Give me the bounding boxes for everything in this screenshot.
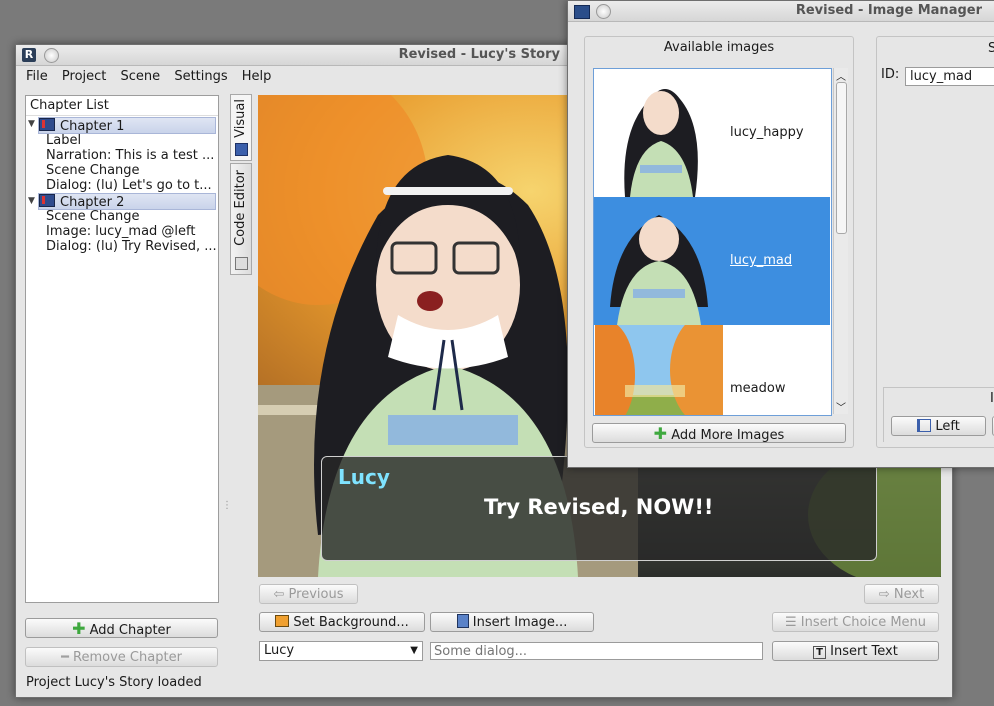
minimize-button[interactable] bbox=[44, 48, 59, 63]
available-images-group: Available images lucy_happy lucy_mad mea… bbox=[584, 36, 854, 448]
image-thumbnail bbox=[595, 197, 723, 325]
arrow-right-icon: ⇨ bbox=[878, 587, 890, 602]
tree-chapter-label: Chapter 1 bbox=[60, 119, 125, 134]
tree-chapter-label: Chapter 2 bbox=[60, 195, 125, 210]
tree-chapter-2[interactable]: Chapter 2 bbox=[38, 193, 216, 210]
image-name: lucy_happy bbox=[730, 125, 804, 140]
image-manager-window: Revised - Image Manager Available images… bbox=[567, 0, 994, 468]
image-properties-group: S ID: lucy_mad I Left bbox=[876, 36, 994, 448]
remove-chapter-label: Remove Chapter bbox=[73, 650, 182, 665]
menu-project[interactable]: Project bbox=[62, 66, 106, 88]
tree-item[interactable]: Narration: This is a test ... bbox=[46, 148, 218, 163]
tree-item[interactable]: Dialog: (lu) Try Revised, ... bbox=[46, 239, 218, 254]
left-label: Left bbox=[935, 419, 960, 434]
arrow-left-icon: ⇦ bbox=[273, 587, 285, 602]
insert-text-button[interactable]: T Insert Text bbox=[772, 641, 939, 661]
splitter-handle[interactable]: ⋮ bbox=[222, 500, 232, 511]
character-select[interactable]: Lucy ▼ bbox=[259, 641, 423, 661]
image-icon bbox=[456, 614, 469, 628]
scroll-up-icon[interactable]: ︿ bbox=[836, 68, 846, 83]
id-field-value: lucy_mad bbox=[910, 69, 973, 84]
add-more-images-button[interactable]: ✚ Add More Images bbox=[592, 423, 846, 443]
position-header-fragment: I bbox=[990, 391, 994, 406]
menu-file[interactable]: File bbox=[26, 66, 48, 88]
tree-item[interactable]: Image: lucy_mad @left bbox=[46, 224, 218, 239]
tree-item[interactable]: Scene Change bbox=[46, 163, 218, 178]
set-background-button[interactable]: Set Background... bbox=[259, 612, 425, 632]
id-label: ID: bbox=[881, 67, 900, 82]
visual-icon bbox=[235, 143, 248, 156]
tab-visual-label: Visual bbox=[233, 99, 248, 138]
add-chapter-label: Add Chapter bbox=[89, 623, 171, 638]
insert-image-label: Insert Image... bbox=[472, 615, 568, 630]
menu-settings[interactable]: Settings bbox=[174, 66, 227, 88]
list-item[interactable]: meadow bbox=[594, 325, 830, 415]
tree-chapter-1[interactable]: Chapter 1 bbox=[38, 117, 216, 134]
tree-item[interactable]: Dialog: (lu) Let's go to t... bbox=[46, 178, 218, 193]
plus-icon: ✚ bbox=[72, 619, 86, 638]
tab-code-editor[interactable]: Code Editor bbox=[230, 163, 252, 275]
code-icon bbox=[235, 257, 248, 270]
chevron-down-icon: ▼ bbox=[410, 645, 418, 656]
book-icon bbox=[39, 194, 55, 207]
chapter-list-panel: Chapter List ▼ Chapter 1 Label Narration… bbox=[25, 95, 219, 603]
image-name: lucy_mad bbox=[730, 253, 793, 268]
chapter-tree: ▼ Chapter 1 Label Narration: This is a t… bbox=[26, 116, 218, 602]
remove-chapter-button[interactable]: ━ Remove Chapter bbox=[25, 647, 218, 667]
image-thumbnail bbox=[595, 69, 723, 197]
image-manager-minimize-button[interactable] bbox=[596, 4, 611, 19]
window-title: Revised - Lucy's Story bbox=[398, 47, 560, 62]
insert-image-button[interactable]: Insert Image... bbox=[430, 612, 594, 632]
id-field[interactable]: lucy_mad bbox=[905, 67, 994, 86]
character-select-value: Lucy bbox=[264, 643, 295, 658]
image-thumbnail bbox=[595, 325, 723, 415]
app-icon: R bbox=[22, 48, 36, 62]
list-item[interactable]: lucy_happy bbox=[594, 69, 830, 197]
insert-choice-menu-label: Insert Choice Menu bbox=[800, 615, 927, 630]
available-images-header: Available images bbox=[663, 40, 775, 55]
tab-visual[interactable]: Visual bbox=[230, 94, 252, 161]
minus-icon: ━ bbox=[61, 650, 69, 665]
status-bar: Project Lucy's Story loaded bbox=[26, 675, 202, 690]
scrollbar-thumb[interactable] bbox=[836, 82, 847, 234]
dialog-input[interactable] bbox=[430, 642, 763, 660]
image-list: lucy_happy lucy_mad meadow bbox=[593, 68, 832, 416]
text-icon: T bbox=[813, 646, 826, 659]
speaker-name: Lucy bbox=[338, 465, 390, 489]
image-manager-icon bbox=[574, 5, 590, 19]
menu-scene[interactable]: Scene bbox=[121, 66, 161, 88]
position-group: I Left bbox=[883, 387, 994, 442]
plus-icon: ✚ bbox=[653, 424, 668, 443]
list-item-selected[interactable]: lucy_mad bbox=[594, 197, 830, 325]
menu-help[interactable]: Help bbox=[242, 66, 272, 88]
dialog-box: Lucy Try Revised, NOW!! bbox=[321, 456, 877, 561]
chapter-list-header: Chapter List bbox=[30, 98, 109, 113]
scroll-down-icon[interactable]: ﹀ bbox=[836, 399, 846, 414]
add-chapter-button[interactable]: ✚ Add Chapter bbox=[25, 618, 218, 638]
next-button[interactable]: ⇨ Next bbox=[864, 584, 939, 604]
left-button[interactable]: Left bbox=[891, 416, 986, 436]
align-left-icon bbox=[917, 419, 932, 432]
tree-item[interactable]: Scene Change bbox=[46, 209, 218, 224]
image-list-scrollbar[interactable]: ︿ ﹀ bbox=[833, 68, 848, 414]
previous-button[interactable]: ⇦ Previous bbox=[259, 584, 358, 604]
list-icon: ☰ bbox=[784, 615, 797, 630]
previous-label: Previous bbox=[288, 587, 344, 602]
picture-icon bbox=[275, 615, 290, 627]
insert-choice-menu-button[interactable]: ☰ Insert Choice Menu bbox=[772, 612, 939, 632]
add-more-images-label: Add More Images bbox=[671, 428, 785, 443]
image-manager-titlebar[interactable]: Revised - Image Manager bbox=[568, 1, 994, 22]
dialog-line: Try Revised, NOW!! bbox=[484, 495, 714, 519]
set-background-label: Set Background... bbox=[293, 615, 409, 630]
tab-code-editor-label: Code Editor bbox=[233, 170, 248, 246]
next-label: Next bbox=[893, 587, 925, 602]
image-manager-title: Revised - Image Manager bbox=[795, 3, 982, 18]
insert-text-label: Insert Text bbox=[830, 644, 898, 659]
book-icon bbox=[39, 118, 55, 131]
properties-header-fragment: S bbox=[988, 41, 994, 56]
image-name: meadow bbox=[730, 381, 786, 396]
tree-item[interactable]: Label bbox=[46, 133, 218, 148]
